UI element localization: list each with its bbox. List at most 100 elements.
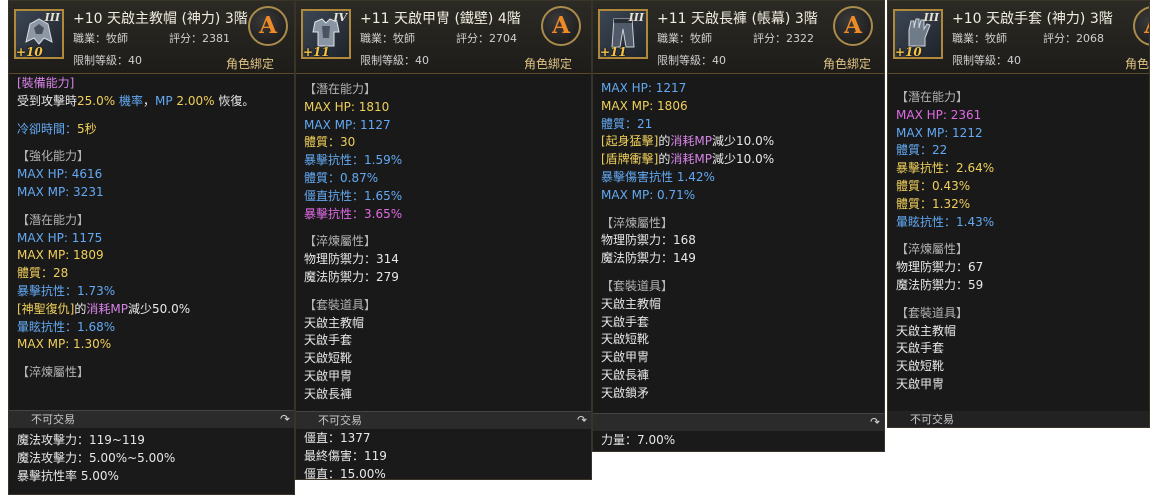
set-item: 天啟甲冑 bbox=[601, 350, 650, 365]
item-title: +11 天啟甲冑 (鐵壁) 4階 bbox=[360, 11, 521, 27]
item-job: 職業：牧師 bbox=[952, 32, 1007, 45]
tooltip-overflow: 魔法攻擊力：119~119 魔法攻擊力：5.00%~5.00% 暴擊抗性率 5.… bbox=[9, 429, 294, 494]
section-header: 【套裝道具】 bbox=[601, 278, 674, 293]
stat-line: 魔法防禦力：59 bbox=[896, 277, 984, 292]
item-title: +10 天啟手套 (神力) 3階 bbox=[952, 11, 1113, 27]
stat-line: [裝備能力] bbox=[17, 76, 75, 90]
item-title: +10 天啟主教帽 (神力) 3階 bbox=[73, 11, 248, 27]
set-item: 天啟短靴 bbox=[896, 359, 945, 374]
stat-line: 魔法攻擊力：5.00%~5.00% bbox=[17, 450, 176, 465]
item-level-req: 限制等級：40 bbox=[73, 54, 142, 67]
grade-badge: A bbox=[1133, 6, 1149, 46]
item-tooltip-armor: IV +11 +11 天啟甲冑 (鐵壁) 4階 職業：牧師 評分：2704 限制… bbox=[295, 0, 592, 480]
tooltip-overflow: 僵直：1377 最終傷害：119 僵直：15.00% bbox=[296, 430, 591, 480]
gloves-item-icon: III +10 bbox=[893, 9, 943, 59]
tooltip-header: IV +11 +11 天啟甲冑 (鐵壁) 4階 職業：牧師 評分：2704 限制… bbox=[296, 1, 591, 74]
section-header: 【淬煉屬性】 bbox=[896, 242, 969, 257]
item-job: 職業：牧師 bbox=[657, 32, 712, 45]
enhance-level: +11 bbox=[303, 45, 330, 59]
stat-line: 最終傷害：119 bbox=[304, 448, 387, 463]
stat-line: 僵直：15.00% bbox=[304, 466, 386, 480]
stat-line: 體質：1.32% bbox=[896, 196, 971, 211]
tooltip-footer: 不可交易 ↷ bbox=[9, 410, 294, 428]
item-tier: III bbox=[44, 11, 60, 24]
section-header: 【淬煉屬性】 bbox=[17, 365, 90, 380]
stat-line: MAX HP: 1810 bbox=[304, 99, 390, 114]
stat-line: 暴擊抗性：1.73% bbox=[17, 283, 116, 298]
stat-line: MAX MP: 1.30% bbox=[17, 337, 112, 352]
stat-line: 暴擊抗性：1.59% bbox=[304, 153, 403, 168]
stat-line: MAX MP: 1809 bbox=[17, 248, 104, 263]
stat-line: 暴擊抗性：3.65% bbox=[304, 206, 403, 221]
stat-line: 暴擊抗性：2.64% bbox=[896, 161, 995, 176]
pants-item-icon: III +11 bbox=[598, 9, 648, 59]
stat-line: 暈眩抗性：1.43% bbox=[896, 214, 995, 229]
section-header: 【潛在能力】 bbox=[896, 90, 969, 104]
item-tooltip-gloves: III +10 +10 天啟手套 (神力) 3階 職業：牧師 評分：2068 限… bbox=[887, 0, 1150, 428]
trade-status: 不可交易 bbox=[318, 414, 362, 427]
set-item: 天啟長褲 bbox=[304, 386, 353, 401]
set-item: 天啟短靴 bbox=[304, 351, 353, 366]
stat-line: 物理防禦力：314 bbox=[304, 252, 399, 267]
section-header: 【強化能力】 bbox=[17, 149, 90, 164]
stat-line: MAX HP: 1217 bbox=[601, 81, 687, 95]
set-item: 天啟甲冑 bbox=[304, 368, 353, 383]
set-item: 天啟主教帽 bbox=[304, 315, 365, 330]
stat-line: 物理防禦力：168 bbox=[601, 233, 696, 248]
bind-status: 角色綁定 bbox=[1125, 57, 1150, 71]
stat-line: [起身猛擊]的消耗MP減少10.0% bbox=[601, 134, 775, 149]
tooltip-footer: 不可交易 bbox=[888, 411, 1149, 427]
stat-line: [神聖復仇]的消耗MP減少50.0% bbox=[17, 301, 191, 316]
trade-status: 不可交易 bbox=[31, 413, 75, 426]
set-item: 天啟短靴 bbox=[601, 332, 650, 347]
share-icon[interactable]: ↷ bbox=[870, 414, 880, 431]
tooltip-header: III +10 +10 天啟手套 (神力) 3階 職業：牧師 評分：2068 限… bbox=[888, 1, 1149, 74]
item-score: 評分：2704 bbox=[456, 32, 517, 45]
item-job: 職業：牧師 bbox=[360, 32, 415, 45]
tooltip-body: MAX HP: 1217 MAX MP: 1806 體質：21 [起身猛擊]的消… bbox=[593, 80, 884, 403]
stat-line: 力量：7.00% bbox=[601, 433, 676, 447]
section-header: 【套裝道具】 bbox=[304, 297, 377, 312]
helmet-item-icon: III +10 bbox=[14, 9, 64, 59]
share-icon[interactable]: ↷ bbox=[280, 411, 290, 428]
stat-line: MAX MP: 1212 bbox=[896, 125, 983, 140]
stat-line: 魔法防禦力：279 bbox=[304, 269, 399, 284]
tooltip-footer: 不可交易 ↷ bbox=[296, 411, 591, 429]
stat-line: MAX MP: 3231 bbox=[17, 184, 104, 199]
section-header: 【潛在能力】 bbox=[304, 82, 377, 96]
item-score: 評分：2381 bbox=[169, 32, 230, 45]
stat-line: MAX HP: 1175 bbox=[17, 230, 103, 245]
stat-line: 暴擊傷害抗性 1.42% bbox=[601, 169, 715, 184]
armor-item-icon: IV +11 bbox=[301, 9, 351, 59]
tooltip-body: [裝備能力] 受到攻擊時25.0% 機率，MP 2.00% 恢復。 冷卻時間：5… bbox=[9, 75, 294, 382]
item-tier: III bbox=[628, 11, 644, 24]
item-title: +11 天啟長褲 (帳幕) 3階 bbox=[657, 11, 818, 27]
set-item: 天啟主教帽 bbox=[601, 296, 662, 311]
stat-line: MAX MP: 1127 bbox=[304, 117, 391, 132]
stat-line: 體質：21 bbox=[601, 116, 653, 131]
stat-line: MAX MP: 1806 bbox=[601, 98, 688, 113]
set-item: 天啟甲冑 bbox=[896, 376, 945, 391]
set-item: 天啟手套 bbox=[304, 333, 353, 348]
trade-status: 不可交易 bbox=[910, 413, 954, 426]
set-item: 天啟手套 bbox=[896, 341, 945, 356]
stat-line: 體質：0.87% bbox=[304, 170, 379, 185]
bind-status: 角色綁定 bbox=[226, 57, 275, 71]
item-level-req: 限制等級：40 bbox=[360, 54, 429, 67]
stat-line: 暴擊抗性率 5.00% bbox=[17, 468, 119, 483]
stat-line: 體質：22 bbox=[896, 143, 948, 158]
enhance-level: +11 bbox=[600, 45, 627, 59]
stat-line: 魔法防禦力：149 bbox=[601, 251, 696, 266]
stat-line: 魔法攻擊力：119~119 bbox=[17, 433, 145, 447]
grade-badge: A bbox=[248, 6, 288, 46]
stat-line: MAX MP: 0.71% bbox=[601, 187, 696, 202]
grade-badge: A bbox=[541, 6, 581, 46]
section-header: 【套裝道具】 bbox=[896, 305, 969, 320]
stat-line: [盾牌衝擊]的消耗MP減少10.0% bbox=[601, 152, 775, 167]
share-icon[interactable]: ↷ bbox=[577, 412, 587, 429]
tooltip-header: III +11 +11 天啟長褲 (帳幕) 3階 職業：牧師 評分：2322 限… bbox=[593, 1, 884, 74]
stat-line: 受到攻擊時25.0% 機率，MP 2.00% 恢復。 bbox=[17, 93, 255, 108]
stat-line: 僵直：1377 bbox=[304, 431, 371, 445]
item-tier: III bbox=[923, 11, 939, 24]
set-item: 天啟鎖矛 bbox=[601, 385, 650, 400]
